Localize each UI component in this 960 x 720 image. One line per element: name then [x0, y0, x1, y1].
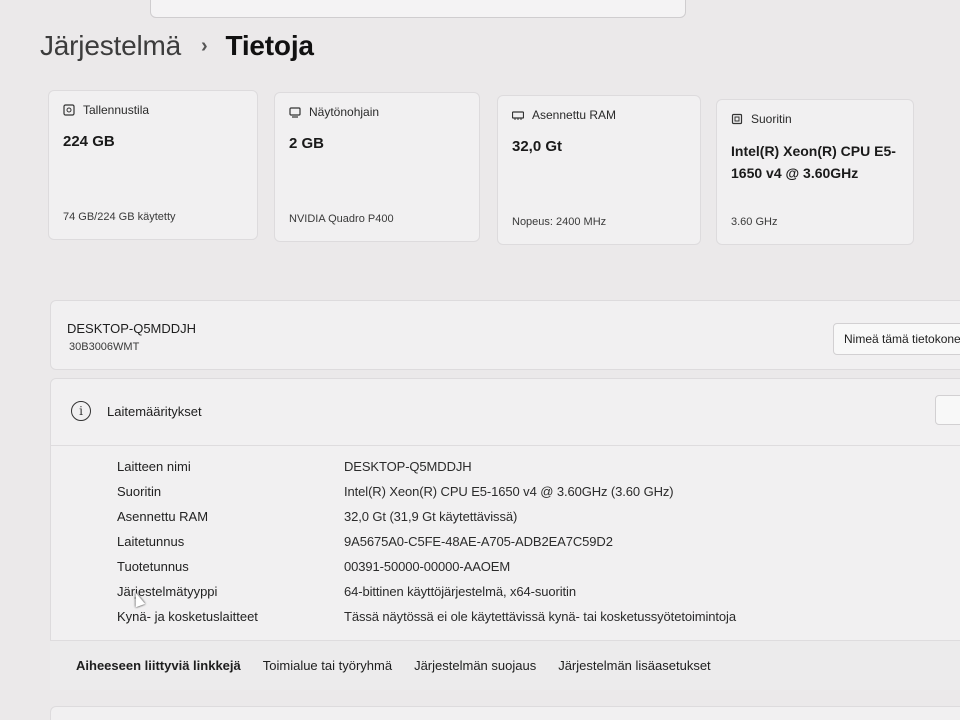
- search-box[interactable]: [150, 0, 686, 18]
- storage-icon: [63, 104, 75, 116]
- device-specifications-panel: i Laitemääritykset Laitteen nimi DESKTOP…: [50, 378, 960, 658]
- next-section-panel: [50, 706, 960, 720]
- related-links-bar: Aiheeseen liittyviä linkkejä Toimialue t…: [50, 640, 960, 690]
- card-header: Näytönohjain: [289, 105, 465, 119]
- device-hostname: DESKTOP-Q5MDDJH: [67, 321, 197, 336]
- ram-icon: [512, 111, 524, 120]
- card-detail: 3.60 GHz: [731, 216, 778, 228]
- card-detail: 74 GB/224 GB käytetty: [63, 211, 176, 223]
- device-name-panel: DESKTOP-Q5MDDJH 30B3006WMT Nimeä tämä ti…: [50, 300, 960, 370]
- spec-row: Asennettu RAM 32,0 Gt (31,9 Gt käytettäv…: [117, 509, 517, 524]
- specs-header[interactable]: i Laitemääritykset: [71, 401, 202, 421]
- spec-value: 00391-50000-00000-AAOEM: [344, 559, 511, 574]
- advanced-system-settings-link[interactable]: Järjestelmän lisäasetukset: [558, 658, 710, 673]
- breadcrumb-separator-icon: ›: [200, 34, 208, 57]
- card-label: Näytönohjain: [309, 105, 380, 119]
- spec-value: 9A5675A0-C5FE-48AE-A705-ADB2EA7C59D2: [344, 534, 613, 549]
- card-header: Asennettu RAM: [512, 108, 686, 122]
- card-value: 32,0 Gt: [512, 138, 563, 155]
- spec-label: Järjestelmätyyppi: [117, 584, 218, 599]
- gpu-icon: [289, 107, 301, 118]
- card-detail: Nopeus: 2400 MHz: [512, 216, 607, 228]
- rename-pc-button[interactable]: Nimeä tämä tietokone: [833, 323, 960, 355]
- device-model: 30B3006WMT: [69, 341, 140, 353]
- breadcrumb: Järjestelmä › Tietoja: [40, 30, 314, 62]
- spec-row: Suoritin Intel(R) Xeon(R) CPU E5-1650 v4…: [117, 484, 674, 499]
- spec-value: Tässä näytössä ei ole käytettävissä kynä…: [344, 609, 736, 624]
- spec-value: Intel(R) Xeon(R) CPU E5-1650 v4 @ 3.60GH…: [344, 484, 674, 499]
- card-label: Asennettu RAM: [532, 108, 617, 122]
- divider: [51, 445, 960, 446]
- spec-label: Laitetunnus: [117, 534, 185, 549]
- spec-row: Laitteen nimi DESKTOP-Q5MDDJH: [117, 459, 472, 474]
- spec-label: Asennettu RAM: [117, 509, 209, 524]
- cpu-card[interactable]: Suoritin Intel(R) Xeon(R) CPU E5-1650 v4…: [716, 99, 914, 245]
- info-icon: i: [71, 401, 91, 421]
- domain-workgroup-link[interactable]: Toimialue tai työryhmä: [263, 658, 392, 673]
- related-links-title: Aiheeseen liittyviä linkkejä: [76, 658, 241, 673]
- spec-row: Tuotetunnus 00391-50000-00000-AAOEM: [117, 559, 510, 574]
- breadcrumb-parent[interactable]: Järjestelmä: [40, 30, 181, 62]
- card-value: Intel(R) Xeon(R) CPU E5-1650 v4 @ 3.60GH…: [731, 143, 896, 181]
- storage-card[interactable]: Tallennustila 224 GB 74 GB/224 GB käytet…: [48, 90, 258, 240]
- card-header: Suoritin: [731, 112, 899, 126]
- specs-title: Laitemääritykset: [107, 403, 202, 419]
- spec-label: Suoritin: [117, 484, 162, 499]
- copy-button[interactable]: [935, 395, 960, 425]
- card-label: Tallennustila: [83, 103, 150, 117]
- spec-value: 64-bittinen käyttöjärjestelmä, x64-suori…: [344, 584, 576, 599]
- card-detail: NVIDIA Quadro P400: [289, 213, 394, 225]
- spec-label: Tuotetunnus: [117, 559, 189, 574]
- spec-row: Kynä- ja kosketuslaitteet Tässä näytössä…: [117, 609, 736, 624]
- spec-row: Laitetunnus 9A5675A0-C5FE-48AE-A705-ADB2…: [117, 534, 613, 549]
- gpu-card[interactable]: Näytönohjain 2 GB NVIDIA Quadro P400: [274, 92, 480, 242]
- spec-value: DESKTOP-Q5MDDJH: [344, 459, 472, 474]
- card-header: Tallennustila: [63, 103, 243, 117]
- spec-row: Järjestelmätyyppi 64-bittinen käyttöjärj…: [117, 584, 576, 599]
- spec-value: 32,0 Gt (31,9 Gt käytettävissä): [344, 509, 518, 524]
- card-value: 2 GB: [289, 135, 325, 152]
- spec-label: Kynä- ja kosketuslaitteet: [117, 609, 258, 624]
- card-label: Suoritin: [751, 112, 792, 126]
- ram-card[interactable]: Asennettu RAM 32,0 Gt Nopeus: 2400 MHz: [497, 95, 701, 245]
- spec-label: Laitteen nimi: [117, 459, 191, 474]
- card-value: 224 GB: [63, 133, 115, 150]
- page-title: Tietoja: [225, 30, 314, 61]
- cpu-icon: [731, 113, 743, 125]
- system-protection-link[interactable]: Järjestelmän suojaus: [414, 658, 536, 673]
